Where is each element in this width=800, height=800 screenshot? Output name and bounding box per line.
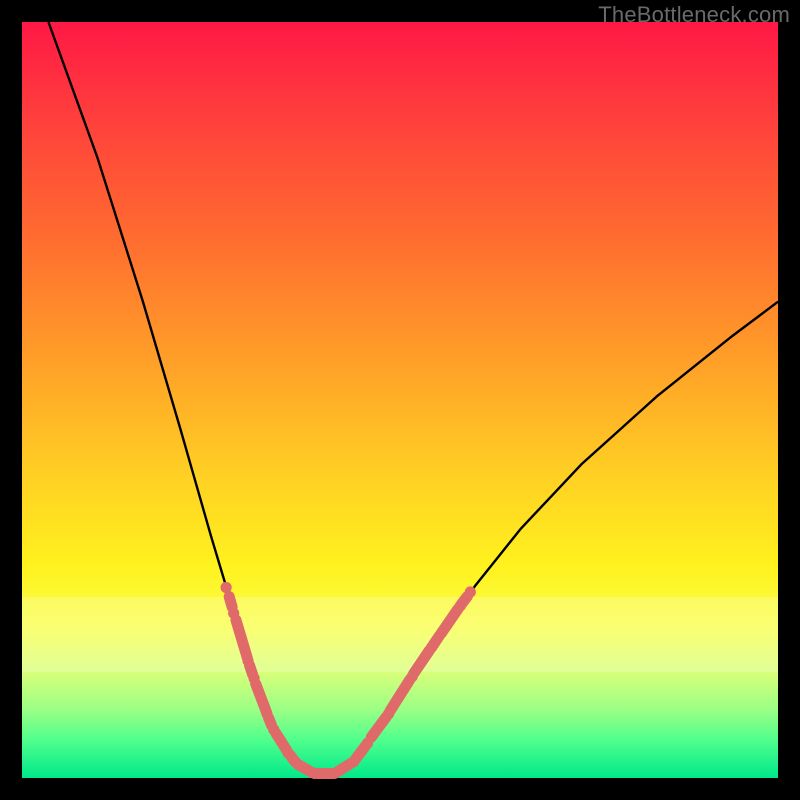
marker-dot (383, 708, 394, 719)
watermark-text: TheBottleneck.com (598, 2, 790, 28)
marker-dot (221, 582, 232, 593)
marker-segment (356, 746, 365, 758)
bottleneck-curve (48, 22, 778, 773)
marker-dot (242, 655, 253, 666)
marker-dot (309, 768, 320, 779)
marker-segment (371, 717, 386, 737)
marker-dot (348, 756, 359, 767)
marker-segment (236, 620, 247, 658)
marker-dot (268, 724, 279, 735)
marker-dot (228, 608, 239, 619)
marker-dot (465, 586, 476, 597)
marker-segment (256, 684, 267, 712)
marker-segment (229, 597, 232, 608)
marker-dot (406, 671, 417, 682)
marker-dots (221, 582, 476, 779)
marker-dot (455, 600, 466, 611)
marker-dot (290, 757, 301, 768)
chart-svg (22, 22, 778, 778)
marker-dot (436, 627, 447, 638)
marker-dot (261, 708, 272, 719)
marker-segment (390, 680, 410, 711)
marker-segment (414, 650, 430, 673)
marker-segments (229, 597, 467, 774)
marker-segment (443, 609, 458, 631)
marker-dot (329, 768, 340, 779)
marker-dot (283, 747, 294, 758)
plot-area (22, 22, 778, 778)
marker-dot (248, 673, 259, 684)
marker-dot (362, 738, 373, 749)
curve-path (48, 22, 778, 773)
marker-dot (426, 642, 437, 653)
marker-segment (276, 733, 287, 750)
chart-frame: TheBottleneck.com (0, 0, 800, 800)
